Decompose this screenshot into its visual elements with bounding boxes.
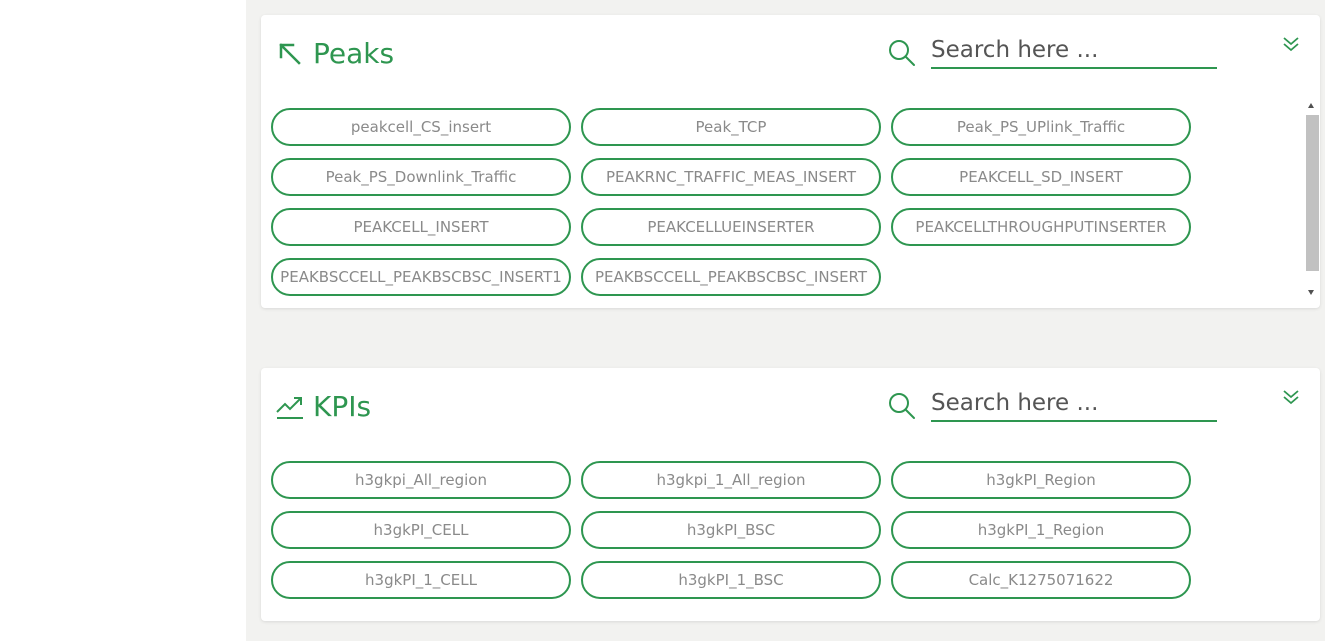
peaks-search bbox=[888, 33, 1217, 69]
peak-chip[interactable]: peakcell_CS_insert bbox=[271, 108, 571, 146]
peaks-scrollbar[interactable] bbox=[1305, 101, 1319, 297]
peak-chip[interactable]: PEAKCELLTHROUGHPUTINSERTER bbox=[891, 208, 1191, 246]
kpi-chip[interactable]: h3gkPI_1_BSC bbox=[581, 561, 881, 599]
kpis-panel: KPIs h3gkpi_All_region h3gkpi_1_All_regio… bbox=[261, 368, 1320, 621]
peaks-title-label: Peaks bbox=[313, 37, 395, 70]
kpi-chip[interactable]: h3gkPI_CELL bbox=[271, 511, 571, 549]
peaks-search-input[interactable] bbox=[931, 33, 1217, 69]
scroll-up-arrow-icon[interactable] bbox=[1308, 103, 1314, 108]
chevron-double-down-icon bbox=[1282, 35, 1300, 53]
kpi-chip[interactable]: h3gkPI_1_Region bbox=[891, 511, 1191, 549]
kpis-title: KPIs bbox=[275, 390, 371, 423]
left-sidebar bbox=[0, 0, 246, 641]
peaks-chip-list: peakcell_CS_insert Peak_TCP Peak_PS_UPlink… bbox=[271, 108, 1191, 296]
kpis-chip-list: h3gkpi_All_region h3gkpi_1_All_region h3gk… bbox=[271, 461, 1191, 599]
peak-chip[interactable]: PEAKCELL_INSERT bbox=[271, 208, 571, 246]
kpi-chip[interactable]: h3gkpi_All_region bbox=[271, 461, 571, 499]
peaks-title: Peaks bbox=[275, 37, 394, 70]
peak-chip[interactable]: PEAKBSCCELL_PEAKBSCBSC_INSERT bbox=[581, 258, 881, 296]
kpis-collapse-button[interactable] bbox=[1282, 388, 1300, 406]
peak-chip[interactable]: Peak_TCP bbox=[581, 108, 881, 146]
scroll-down-arrow-icon[interactable] bbox=[1308, 290, 1314, 295]
kpi-chip[interactable]: h3gkPI_BSC bbox=[581, 511, 881, 549]
peak-chip[interactable]: Peak_PS_UPlink_Traffic bbox=[891, 108, 1191, 146]
kpi-chip[interactable]: h3gkpi_1_All_region bbox=[581, 461, 881, 499]
peaks-panel: Peaks peakcell_CS_insert Peak_TCP Peak_PS_… bbox=[261, 15, 1320, 308]
arrow-up-left-icon bbox=[275, 39, 305, 69]
chevron-double-down-icon bbox=[1282, 388, 1300, 406]
kpis-search bbox=[888, 386, 1217, 422]
peaks-collapse-button[interactable] bbox=[1282, 35, 1300, 53]
search-icon[interactable] bbox=[888, 392, 916, 420]
peak-chip[interactable]: PEAKBSCCELL_PEAKBSCBSC_INSERT1 bbox=[271, 258, 571, 296]
scrollbar-thumb[interactable] bbox=[1306, 115, 1319, 271]
search-icon[interactable] bbox=[888, 39, 916, 67]
kpi-chip[interactable]: Calc_K1275071622 bbox=[891, 561, 1191, 599]
peak-chip[interactable]: PEAKRNC_TRAFFIC_MEAS_INSERT bbox=[581, 158, 881, 196]
peak-chip[interactable]: PEAKCELLUEINSERTER bbox=[581, 208, 881, 246]
trending-up-icon bbox=[275, 392, 305, 422]
peak-chip[interactable]: Peak_PS_Downlink_Traffic bbox=[271, 158, 571, 196]
kpi-chip[interactable]: h3gkPI_1_CELL bbox=[271, 561, 571, 599]
kpis-search-input[interactable] bbox=[931, 386, 1217, 422]
peak-chip[interactable]: PEAKCELL_SD_INSERT bbox=[891, 158, 1191, 196]
kpi-chip[interactable]: h3gkPI_Region bbox=[891, 461, 1191, 499]
kpis-title-label: KPIs bbox=[313, 390, 372, 423]
